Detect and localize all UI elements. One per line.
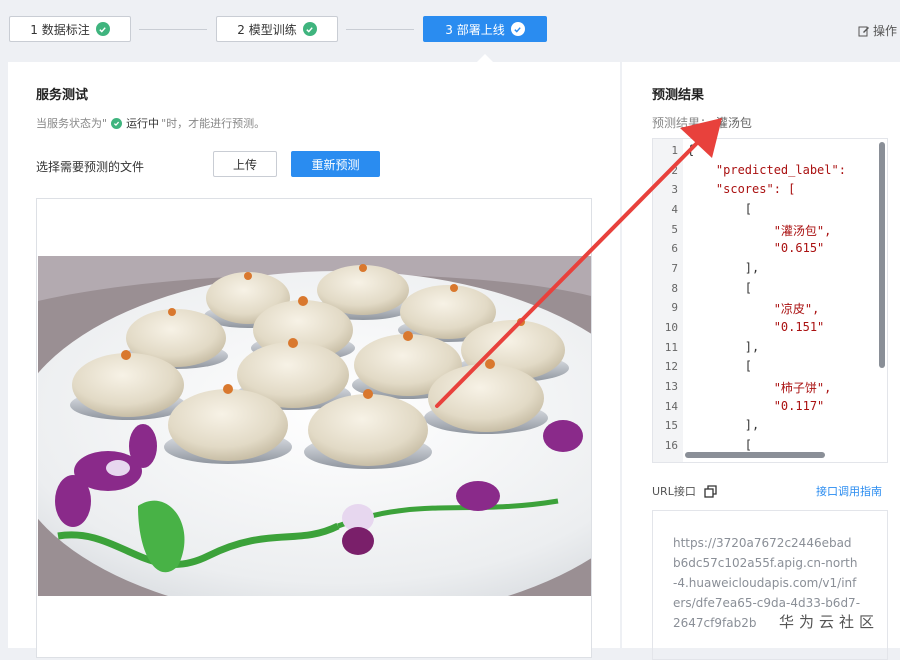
step-label: 1 数据标注 (30, 22, 90, 37)
step-data-labeling[interactable]: 1 数据标注 (9, 16, 131, 42)
line-number: 9 (671, 301, 678, 314)
prediction-panel: 预测结果 预测结果： 灌汤包 1 2 3 4 5 6 7 8 9 10 11 1… (622, 62, 900, 660)
result-value: 灌汤包 (715, 116, 752, 130)
line-number: 14 (664, 400, 678, 413)
copy-icon[interactable] (704, 484, 717, 498)
line-number: 12 (664, 360, 678, 373)
url-line: ers/dfe7ea65-c9da-4d33-b6d7- (673, 596, 861, 610)
code-line: [ (687, 281, 753, 295)
line-number: 13 (664, 380, 678, 393)
url-label-text: URL接口 (652, 485, 696, 498)
hint-status: 运行中 (126, 117, 160, 130)
step-model-training[interactable]: 2 模型训练 (216, 16, 338, 42)
code-line: ], (687, 261, 760, 275)
step-deploy[interactable]: 3 部署上线 (423, 16, 547, 42)
code-line: "灌汤包", (687, 224, 832, 238)
code-line: [ (687, 202, 753, 216)
api-guide-link[interactable]: 接口调用指南 (816, 483, 882, 499)
code-line: "凉皮", (687, 302, 820, 316)
service-test-title: 服务测试 (36, 88, 89, 103)
step-label: 3 部署上线 (445, 22, 505, 37)
result-label: 预测结果： (652, 116, 713, 130)
json-result-viewer[interactable]: 1 2 3 4 5 6 7 8 9 10 11 12 13 14 15 16 {… (652, 138, 888, 463)
service-test-panel: 服务测试 当服务状态为" 运行中 "时，才能进行预测。 选择需要预测的文件 上传… (8, 62, 620, 658)
url-line: https://3720a7672c2446ebad (673, 536, 852, 550)
steps-bar: 1 数据标注 2 模型训练 3 部署上线 操作 (0, 0, 900, 62)
line-number: 15 (664, 419, 678, 432)
code-line: "scores": [ (687, 182, 796, 196)
check-icon (510, 22, 525, 36)
watermark: 华为云社区 (779, 613, 880, 631)
vertical-scrollbar[interactable] (879, 142, 885, 368)
check-icon (95, 22, 110, 36)
line-number: 1 (671, 144, 678, 157)
edit-icon (858, 26, 869, 36)
code-line: [ (687, 438, 753, 452)
hint-suffix: "时，才能进行预测。 (161, 117, 266, 130)
code-line: ], (687, 340, 760, 354)
code-line: "0.151" (687, 320, 825, 334)
line-number: 3 (671, 183, 678, 196)
active-step-pointer (477, 54, 493, 62)
url-line: -4.huaweicloudapis.com/v1/inf (673, 576, 857, 590)
line-number: 6 (671, 242, 678, 255)
code-line: "predicted_label": (687, 163, 854, 177)
line-number: 16 (664, 439, 678, 452)
upload-button[interactable]: 上传 (213, 151, 277, 177)
code-line: { (687, 143, 695, 157)
url-display-box: https://3720a7672c2446ebad b6dc57c102a55… (652, 510, 888, 660)
code-line: ], (687, 418, 760, 432)
service-status-hint: 当服务状态为" 运行中 "时，才能进行预测。 (36, 115, 265, 131)
file-select-label: 选择需要预测的文件 (36, 160, 145, 174)
url-line: b6dc57c102a55f.apig.cn-north (673, 556, 858, 570)
check-icon (111, 117, 123, 129)
prediction-result: 预测结果： 灌汤包 (652, 114, 752, 131)
step-connector (346, 29, 414, 30)
hint-prefix: 当服务状态为" (36, 117, 108, 130)
repredict-button[interactable]: 重新预测 (291, 151, 380, 177)
line-number: 5 (671, 223, 678, 236)
operation-log-link[interactable]: 操作 (858, 22, 897, 39)
line-number: 4 (671, 203, 678, 216)
preview-image-frame (36, 198, 592, 658)
line-number: 2 (671, 164, 678, 177)
line-number: 7 (671, 262, 678, 275)
line-number: 11 (664, 341, 678, 354)
dumpling-photo (38, 256, 591, 596)
code-line: "0.615" (687, 241, 825, 255)
step-label: 2 模型训练 (237, 22, 297, 37)
prediction-title: 预测结果 (652, 88, 705, 103)
code-line: "柿子饼", (687, 381, 832, 395)
url-api-label: URL接口 (652, 483, 717, 499)
horizontal-scrollbar[interactable] (685, 452, 825, 458)
check-icon (302, 22, 317, 36)
step-connector (139, 29, 207, 30)
code-line: [ (687, 359, 753, 373)
line-number: 10 (664, 321, 678, 334)
line-number: 8 (671, 282, 678, 295)
line-number-gutter: 1 2 3 4 5 6 7 8 9 10 11 12 13 14 15 16 (653, 139, 683, 462)
code-line: "0.117" (687, 399, 825, 413)
operation-log-label: 操作 (873, 24, 898, 38)
